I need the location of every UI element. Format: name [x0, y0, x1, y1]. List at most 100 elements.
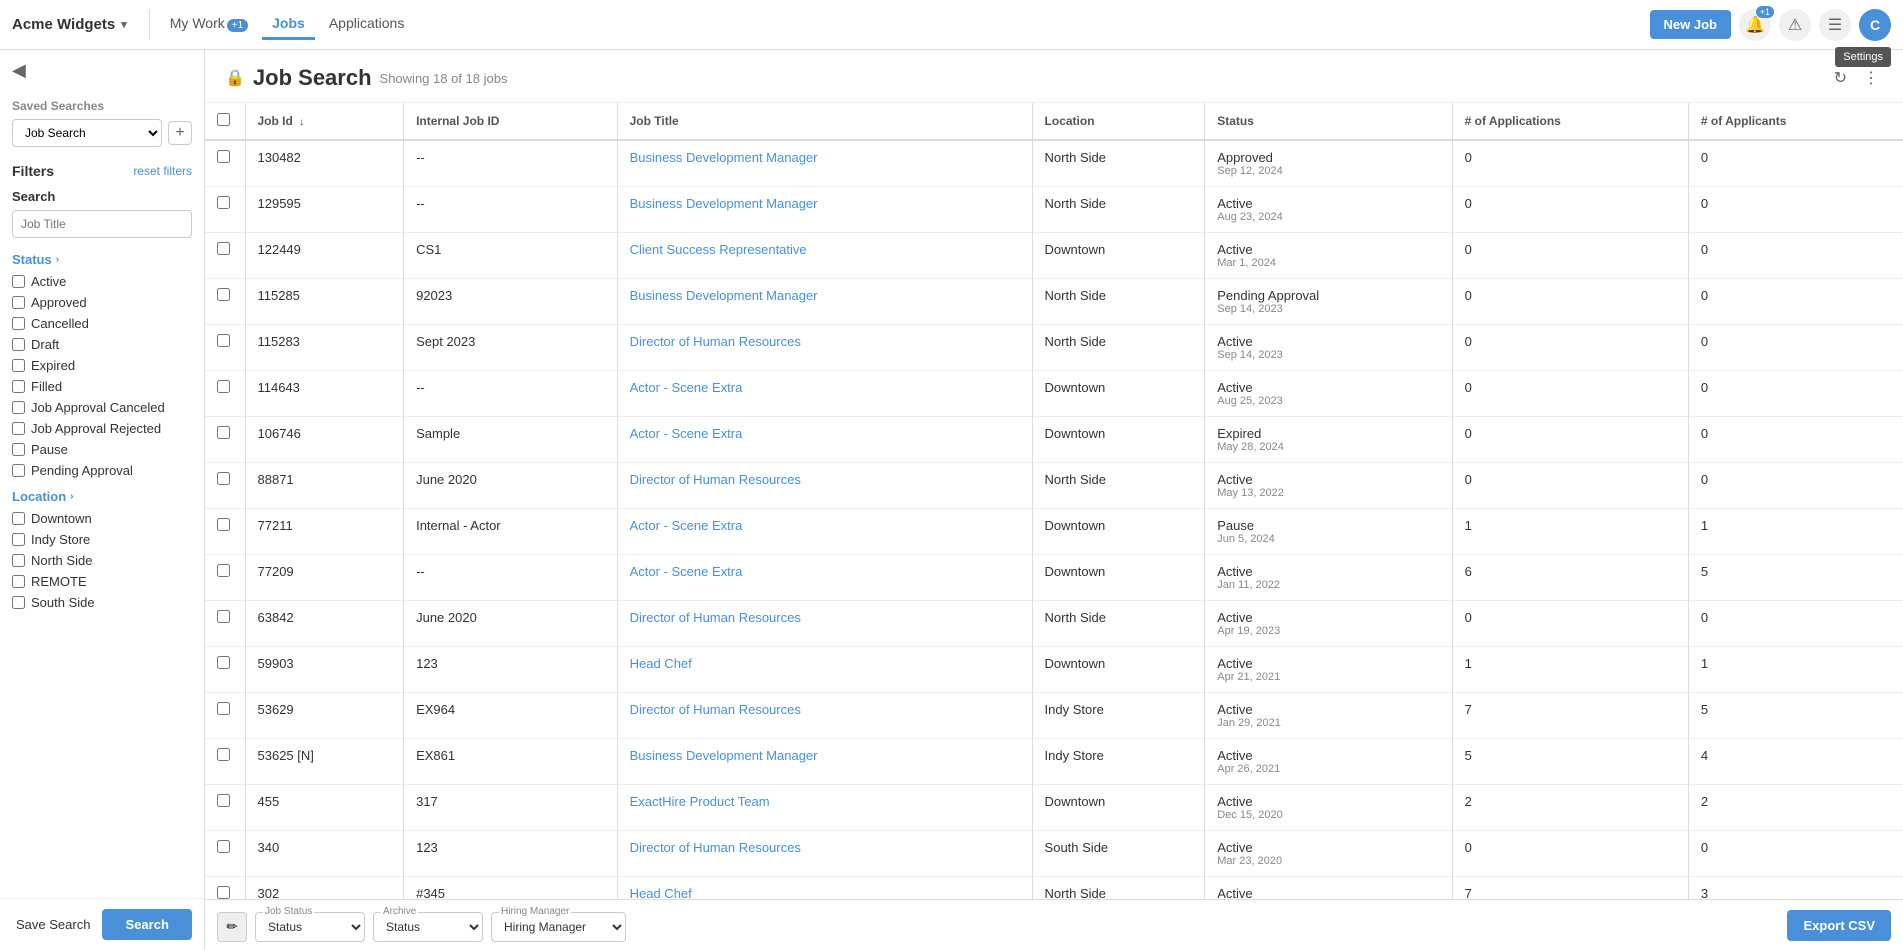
row-job-title[interactable]: Director of Human Resources	[617, 693, 1032, 739]
search-button[interactable]: Search	[102, 909, 192, 940]
export-csv-button[interactable]: Export CSV	[1787, 910, 1891, 941]
row-checkbox[interactable]	[217, 656, 230, 669]
table-row: 88871 June 2020 Director of Human Resour…	[205, 463, 1903, 509]
row-applicants: 0	[1688, 325, 1903, 371]
menu-button[interactable]: ☰	[1819, 9, 1851, 41]
row-checkbox[interactable]	[217, 610, 230, 623]
row-job-title[interactable]: Director of Human Resources	[617, 463, 1032, 509]
col-location[interactable]: Location	[1032, 103, 1205, 140]
row-job-title[interactable]: Actor - Scene Extra	[617, 417, 1032, 463]
row-checkbox[interactable]	[217, 748, 230, 761]
row-checkbox[interactable]	[217, 196, 230, 209]
status-filled[interactable]: Filled	[0, 376, 204, 397]
row-checkbox[interactable]	[217, 702, 230, 715]
status-cancelled[interactable]: Cancelled	[0, 313, 204, 334]
row-checkbox-cell	[205, 140, 245, 187]
row-checkbox-cell	[205, 279, 245, 325]
row-checkbox[interactable]	[217, 288, 230, 301]
new-job-button[interactable]: New Job	[1650, 10, 1731, 39]
sidebar-bottom: Save Search Search	[0, 898, 204, 950]
row-checkbox[interactable]	[217, 242, 230, 255]
nav-my-work[interactable]: My Work+1	[160, 9, 258, 40]
status-draft[interactable]: Draft	[0, 334, 204, 355]
row-job-title[interactable]: ExactHire Product Team	[617, 785, 1032, 831]
avatar-button[interactable]: C	[1859, 9, 1891, 41]
row-internal-id: 123	[404, 831, 618, 877]
col-num-applications[interactable]: # of Applications	[1452, 103, 1688, 140]
row-job-title[interactable]: Director of Human Resources	[617, 325, 1032, 371]
edit-button[interactable]: ✏	[217, 912, 247, 942]
select-all-checkbox[interactable]	[217, 113, 230, 126]
nav-applications[interactable]: Applications	[319, 9, 415, 40]
row-job-title[interactable]: Actor - Scene Extra	[617, 371, 1032, 417]
col-job-id[interactable]: Job Id ↓	[245, 103, 404, 140]
status-approved[interactable]: Approved	[0, 292, 204, 313]
brand[interactable]: Acme Widgets ▾	[12, 16, 127, 33]
row-job-title[interactable]: Director of Human Resources	[617, 831, 1032, 877]
col-num-applicants[interactable]: # of Applicants	[1688, 103, 1903, 140]
row-job-title[interactable]: Business Development Manager	[617, 187, 1032, 233]
location-filter-group[interactable]: Location ›	[0, 489, 204, 504]
row-checkbox[interactable]	[217, 472, 230, 485]
row-job-title[interactable]: Head Chef	[617, 647, 1032, 693]
status-expired[interactable]: Expired	[0, 355, 204, 376]
row-checkbox[interactable]	[217, 886, 230, 899]
collapse-sidebar-button[interactable]: ◀	[12, 60, 26, 81]
status-job-approval-canceled[interactable]: Job Approval Canceled	[0, 397, 204, 418]
row-checkbox[interactable]	[217, 380, 230, 393]
alert-button[interactable]: ⚠	[1779, 9, 1811, 41]
status-name: Approved	[1217, 150, 1439, 165]
row-job-title[interactable]: Head Chef	[617, 877, 1032, 900]
row-job-title[interactable]: Business Development Manager	[617, 140, 1032, 187]
location-downtown[interactable]: Downtown	[0, 508, 204, 529]
row-checkbox[interactable]	[217, 794, 230, 807]
table-row: 115283 Sept 2023 Director of Human Resou…	[205, 325, 1903, 371]
refresh-button[interactable]: ↻	[1830, 64, 1851, 92]
row-job-title[interactable]: Actor - Scene Extra	[617, 555, 1032, 601]
save-search-button[interactable]: Save Search	[12, 913, 94, 936]
row-job-title[interactable]: Actor - Scene Extra	[617, 509, 1032, 555]
notification-bell-button[interactable]: 🔔+1	[1739, 9, 1771, 41]
row-job-title[interactable]: Business Development Manager	[617, 739, 1032, 785]
row-internal-id: Sample	[404, 417, 618, 463]
row-checkbox[interactable]	[217, 564, 230, 577]
location-south-side[interactable]: South Side	[0, 592, 204, 613]
row-applicants: 1	[1688, 509, 1903, 555]
row-checkbox-cell	[205, 831, 245, 877]
row-applicants: 1	[1688, 647, 1903, 693]
reset-filters-link[interactable]: reset filters	[133, 164, 192, 178]
table-row: 53625 [N] EX861 Business Development Man…	[205, 739, 1903, 785]
status-name: Active	[1217, 702, 1439, 717]
location-north-side[interactable]: North Side	[0, 550, 204, 571]
job-title-search-input[interactable]	[12, 210, 192, 238]
saved-searches-title: Saved Searches	[12, 99, 192, 113]
status-active[interactable]: Active	[0, 271, 204, 292]
status-filter-group[interactable]: Status ›	[0, 252, 204, 267]
row-job-title[interactable]: Business Development Manager	[617, 279, 1032, 325]
status-job-approval-rejected[interactable]: Job Approval Rejected	[0, 418, 204, 439]
row-checkbox[interactable]	[217, 334, 230, 347]
col-job-title[interactable]: Job Title	[617, 103, 1032, 140]
row-internal-id: Sept 2023	[404, 325, 618, 371]
row-checkbox[interactable]	[217, 840, 230, 853]
content-header: 🔒 Job Search Showing 18 of 18 jobs ↻ ⋮	[205, 50, 1903, 103]
nav-jobs[interactable]: Jobs	[262, 9, 315, 40]
row-job-title[interactable]: Director of Human Resources	[617, 601, 1032, 647]
location-remote[interactable]: REMOTE	[0, 571, 204, 592]
row-applicants: 0	[1688, 601, 1903, 647]
row-checkbox[interactable]	[217, 426, 230, 439]
row-checkbox[interactable]	[217, 518, 230, 531]
location-checkboxes: Downtown Indy Store North Side REMOTE So…	[0, 508, 204, 613]
settings-tooltip: Settings	[1835, 47, 1891, 67]
col-status[interactable]: Status	[1205, 103, 1452, 140]
add-saved-search-button[interactable]: +	[168, 121, 192, 145]
status-pending-approval[interactable]: Pending Approval	[0, 460, 204, 481]
saved-search-select[interactable]: Job Search	[12, 119, 162, 147]
location-indy-store[interactable]: Indy Store	[0, 529, 204, 550]
row-checkbox[interactable]	[217, 150, 230, 163]
col-internal-job-id[interactable]: Internal Job ID	[404, 103, 618, 140]
status-pause[interactable]: Pause	[0, 439, 204, 460]
row-job-title[interactable]: Client Success Representative	[617, 233, 1032, 279]
more-options-button[interactable]: ⋮	[1859, 64, 1883, 92]
table-row: 122449 CS1 Client Success Representative…	[205, 233, 1903, 279]
